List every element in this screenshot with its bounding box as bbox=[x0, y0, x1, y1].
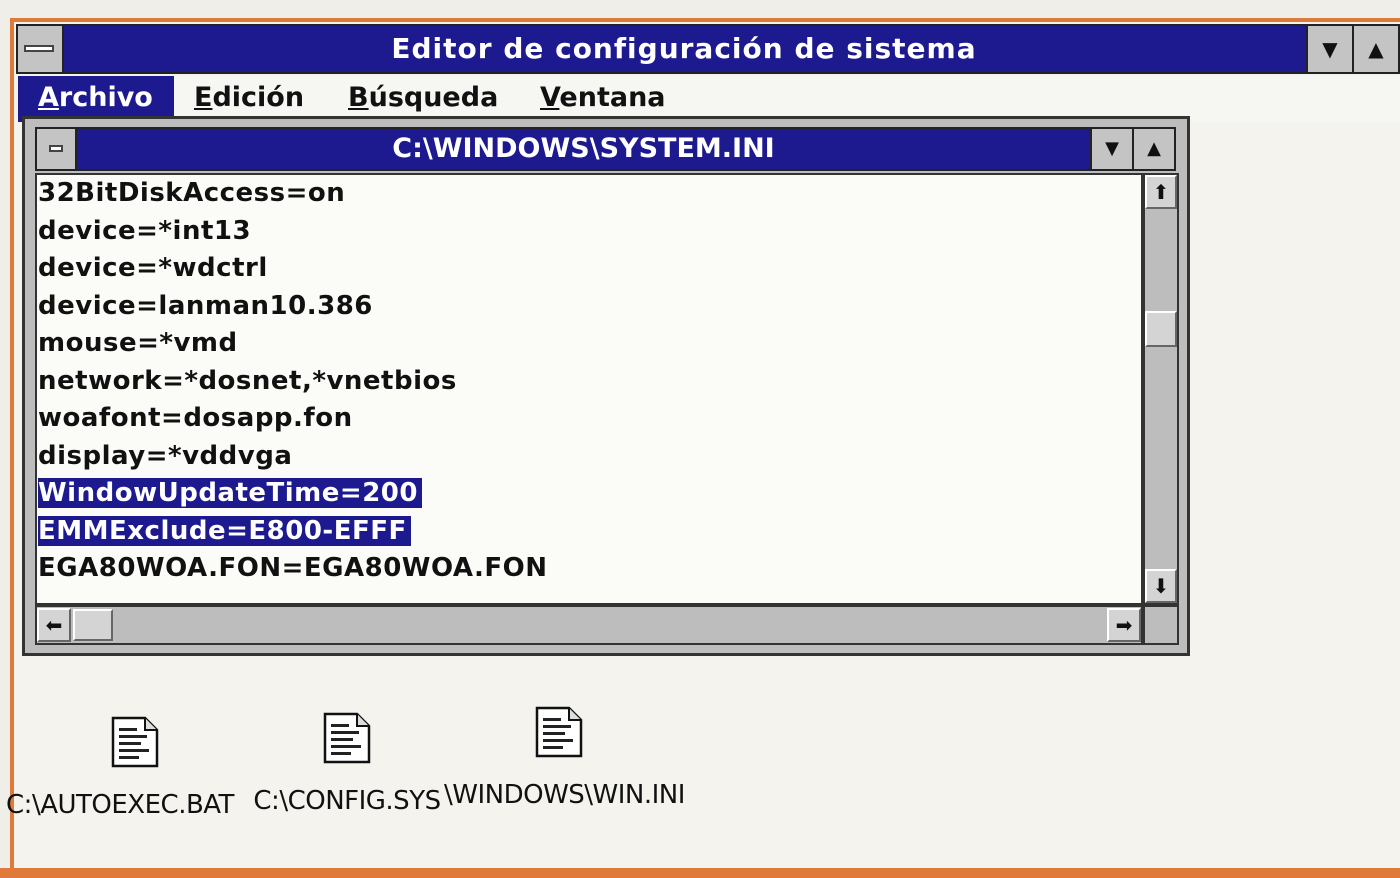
icon-win-ini[interactable]: \WINDOWS\WIN.INI bbox=[444, 706, 685, 810]
text-line: EGA80WOA.FON=EGA80WOA.FON bbox=[38, 553, 548, 583]
vertical-scroll-thumb[interactable] bbox=[1145, 311, 1177, 347]
selected-text-line: EMMExclude=E800-EFFF bbox=[37, 513, 1141, 551]
text-line: woafont=dosapp.fon bbox=[38, 403, 353, 433]
text-line: device=*wdctrl bbox=[38, 253, 268, 283]
scroll-up-button[interactable]: ⬆ bbox=[1145, 175, 1177, 209]
horizontal-scrollbar[interactable]: ⬅ ➡ bbox=[35, 605, 1143, 645]
icon-label: C:\CONFIG.SYS bbox=[253, 786, 441, 816]
text-line: device=*int13 bbox=[38, 215, 252, 246]
scroll-down-button[interactable]: ⬇ bbox=[1145, 569, 1177, 603]
document-icon bbox=[111, 716, 159, 768]
arrow-left-icon: ⬅ bbox=[45, 613, 63, 637]
text-line: device=lanman10.386 bbox=[38, 290, 373, 321]
system-menu-icon bbox=[24, 45, 54, 52]
text-editor-area[interactable]: 32BitDiskAccess=on device=*int13 device=… bbox=[35, 173, 1143, 605]
selected-text-line: WindowUpdateTime=200 bbox=[37, 475, 1141, 513]
child-title-bar[interactable]: C:\WINDOWS\SYSTEM.INI ▼ ▲ bbox=[35, 127, 1176, 171]
scroll-right-button[interactable]: ➡ bbox=[1107, 608, 1141, 642]
app-title: Editor de configuración de sistema bbox=[391, 32, 977, 65]
text-line: mouse=*vmd bbox=[38, 328, 238, 358]
arrow-up-icon: ⬆ bbox=[1152, 180, 1170, 204]
document-icon bbox=[323, 712, 371, 764]
text-line: network=*dosnet,*vnetbios bbox=[38, 365, 457, 396]
arrow-right-icon: ➡ bbox=[1115, 613, 1133, 637]
window-bottom-border bbox=[0, 868, 1400, 878]
icon-autoexec[interactable]: C:\AUTOEXEC.BAT bbox=[6, 716, 250, 820]
arrow-down-icon: ⬇ bbox=[1152, 574, 1170, 598]
document-icon bbox=[535, 706, 583, 758]
child-system-menu-icon bbox=[49, 145, 63, 152]
child-window-title: C:\WINDOWS\SYSTEM.INI bbox=[392, 133, 775, 164]
icon-label: C:\AUTOEXEC.BAT bbox=[6, 790, 234, 820]
text-line: display=*vddvga bbox=[38, 440, 293, 471]
app-title-bar[interactable]: Editor de configuración de sistema ▼ ▲ bbox=[16, 24, 1400, 74]
system-ini-window: C:\WINDOWS\SYSTEM.INI ▼ ▲ 32BitDiskAcces… bbox=[22, 116, 1190, 656]
system-menu-button[interactable] bbox=[18, 26, 64, 72]
vertical-scrollbar[interactable]: ⬆ ⬇ bbox=[1143, 173, 1179, 605]
icon-label: \WINDOWS\WIN.INI bbox=[444, 780, 685, 810]
icon-config[interactable]: C:\CONFIG.SYS bbox=[232, 712, 462, 816]
minimize-button[interactable]: ▼ bbox=[1306, 26, 1352, 72]
horizontal-scroll-thumb[interactable] bbox=[73, 609, 113, 641]
maximize-button[interactable]: ▲ bbox=[1352, 26, 1398, 72]
scroll-left-button[interactable]: ⬅ bbox=[37, 608, 71, 642]
child-maximize-button[interactable]: ▲ bbox=[1132, 129, 1174, 169]
child-system-menu-button[interactable] bbox=[37, 129, 77, 169]
text-line: 32BitDiskAccess=on bbox=[38, 178, 346, 208]
scrollbar-corner bbox=[1143, 605, 1179, 645]
child-minimize-button[interactable]: ▼ bbox=[1090, 129, 1132, 169]
